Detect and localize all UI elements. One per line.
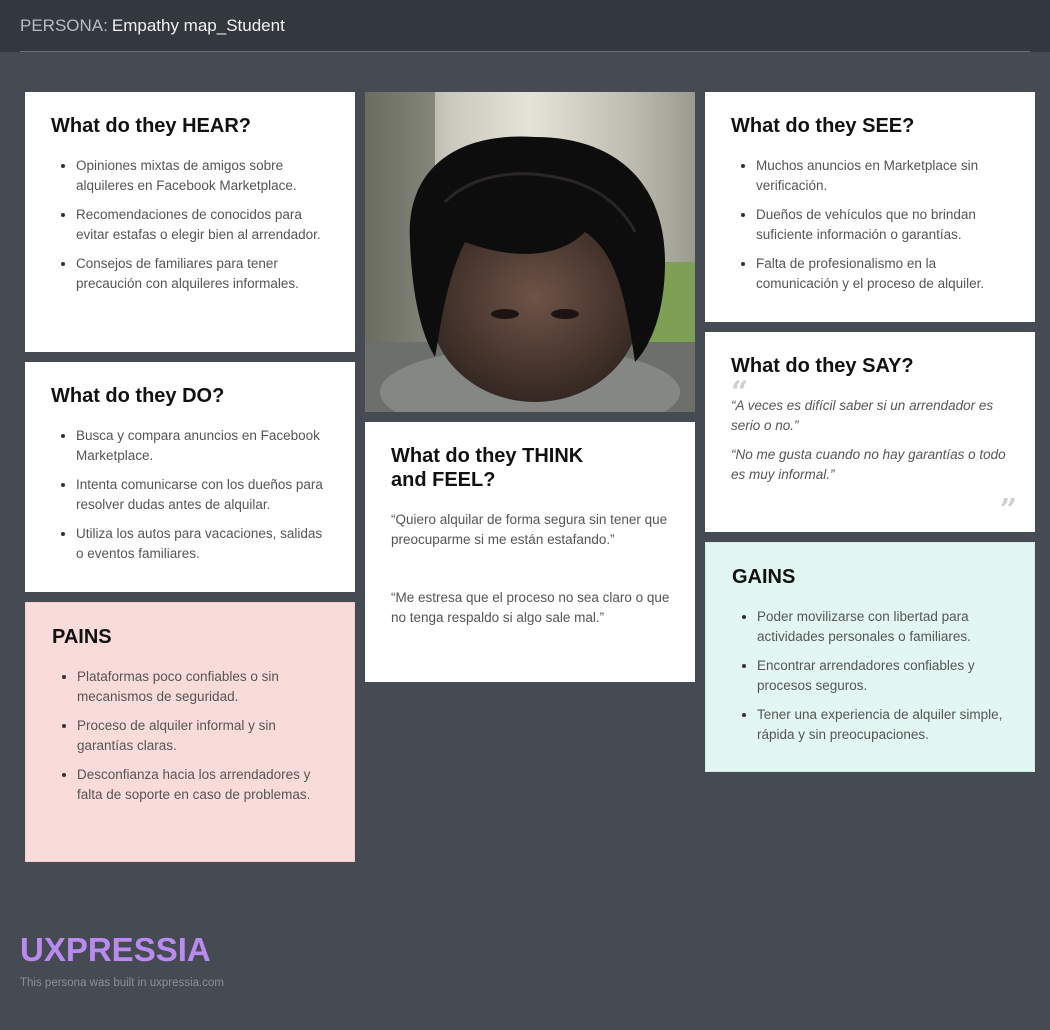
pains-heading: PAINS — [52, 626, 112, 648]
pains-card: PAINS Plataformas poco confiables o sin … — [25, 602, 355, 862]
say-quote: “A veces es difícil saber si un arrendad… — [731, 398, 994, 433]
persona-label: PERSONA: — [20, 16, 108, 35]
hear-item: Recomendaciones de conocidos para evitar… — [76, 205, 329, 244]
think-feel-heading: What do they THINK and FEEL? — [391, 445, 584, 491]
pains-item: Desconfianza hacia los arrendadores y fa… — [77, 765, 328, 804]
pains-item: Plataformas poco confiables o sin mecani… — [77, 667, 328, 706]
say-heading: What do they SAY? — [731, 355, 914, 377]
persona-photo-image — [365, 92, 695, 412]
do-card: What do they DO? Busca y compara anuncio… — [25, 362, 355, 592]
pains-list: Plataformas poco confiables o sin mecani… — [52, 667, 328, 804]
see-heading: What do they SEE? — [731, 115, 915, 137]
gains-item: Poder movilizarse con libertad para acti… — [757, 607, 1008, 646]
header-divider — [20, 51, 1030, 52]
open-quote-icon: “ — [731, 375, 749, 410]
see-card: What do they SEE? Muchos anuncios en Mar… — [705, 92, 1035, 322]
pains-item: Proceso de alquiler informal y sin garan… — [77, 716, 328, 755]
do-item: Intenta comunicarse con los dueños para … — [76, 475, 329, 514]
persona-header: PERSONA: Empathy map_Student — [0, 0, 1050, 52]
hear-item: Opiniones mixtas de amigos sobre alquile… — [76, 156, 329, 195]
do-list: Busca y compara anuncios en Facebook Mar… — [51, 426, 329, 563]
gains-list: Poder movilizarse con libertad para acti… — [732, 607, 1008, 744]
see-list: Muchos anuncios en Marketplace sin verif… — [731, 156, 1009, 293]
say-quotes: “A veces es difícil saber si un arrendad… — [731, 396, 1009, 484]
hear-heading: What do they HEAR? — [51, 115, 251, 137]
persona-photo — [365, 92, 695, 412]
hear-card: What do they HEAR? Opiniones mixtas de a… — [25, 92, 355, 352]
uxpressia-logo[interactable]: UXPRESSIA — [20, 933, 211, 967]
hear-item: Consejos de familiares para tener precau… — [76, 254, 329, 293]
built-with-text[interactable]: This persona was built in uxpressia.com — [20, 977, 224, 989]
hear-list: Opiniones mixtas de amigos sobre alquile… — [51, 156, 329, 293]
say-quote: “No me gusta cuando no hay garantías o t… — [731, 447, 1006, 482]
do-item: Utiliza los autos para vacaciones, salid… — [76, 524, 329, 563]
gains-item: Encontrar arrendadores confiables y proc… — [757, 656, 1008, 695]
see-item: Muchos anuncios en Marketplace sin verif… — [756, 156, 1009, 195]
see-item: Falta de profesionalismo en la comunicac… — [756, 254, 1009, 293]
think-feel-paragraph: “Quiero alquilar de forma segura sin ten… — [391, 512, 668, 547]
persona-name: Empathy map_Student — [111, 16, 285, 35]
close-quote-icon: ” — [999, 493, 1017, 528]
think-feel-card: What do they THINK and FEEL? “Quiero alq… — [365, 422, 695, 682]
gains-item: Tener una experiencia de alquiler simple… — [757, 705, 1008, 744]
do-item: Busca y compara anuncios en Facebook Mar… — [76, 426, 329, 465]
persona-title[interactable]: PERSONA: Empathy map_Student — [20, 16, 285, 36]
do-heading: What do they DO? — [51, 385, 225, 407]
gains-card: GAINS Poder movilizarse con libertad par… — [705, 542, 1035, 772]
think-feel-paragraph: “Me estresa que el proceso no sea claro … — [391, 590, 670, 625]
say-card: What do they SAY? “ “A veces es difícil … — [705, 332, 1035, 532]
see-item: Dueños de vehículos que no brindan sufic… — [756, 205, 1009, 244]
gains-heading: GAINS — [732, 566, 796, 588]
